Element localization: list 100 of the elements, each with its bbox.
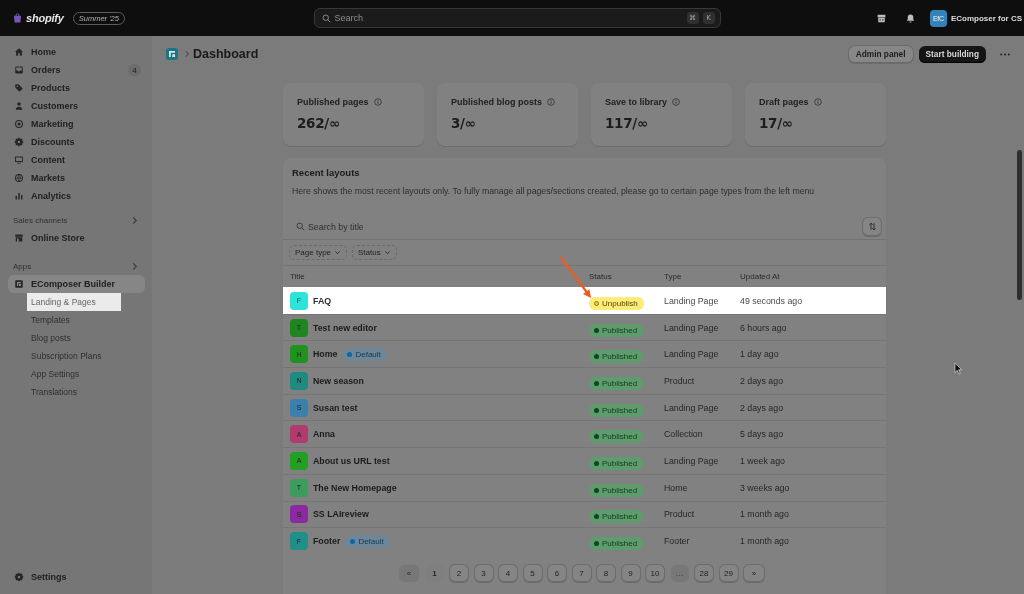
chevron-down-icon (383, 249, 391, 256)
nav-item[interactable]: Content (8, 151, 145, 169)
page-button[interactable]: 7 (572, 564, 591, 582)
nav-item[interactable]: Analytics (8, 187, 145, 205)
app-logo-icon (166, 48, 178, 60)
primary-button[interactable]: Start building (918, 45, 986, 63)
status-label: Published (602, 378, 638, 388)
page-button[interactable]: 4 (499, 564, 517, 582)
updated-cell-text: 3 weeks ago (740, 482, 791, 493)
sub-nav-item[interactable]: Templates (27, 311, 121, 329)
nav-item[interactable]: Discounts (8, 133, 145, 151)
page-button[interactable]: 6 (548, 564, 566, 582)
page-button[interactable]: 28 (695, 564, 713, 582)
layout-title: FAQ (313, 295, 332, 306)
page-button[interactable]: 2 (450, 564, 468, 582)
column-header: Title (290, 272, 306, 281)
panel-description: Here shows the most recent layouts only. To fully manage all pages/sections created, please go to certain page types from the left menu (292, 185, 816, 197)
info-icon[interactable] (672, 98, 681, 106)
info-icon[interactable] (373, 98, 382, 106)
chevron-right-icon (184, 50, 190, 58)
nav-item[interactable]: Customers (8, 97, 145, 115)
status-label: Published (602, 432, 638, 442)
page-button[interactable]: 29 (719, 564, 738, 582)
status-label: Published (602, 485, 638, 495)
panel-title: Recent layouts (292, 167, 361, 179)
updated-cell-text: 1 week ago (740, 455, 786, 466)
nav-item[interactable]: Products (8, 79, 145, 97)
bell-icon[interactable] (904, 12, 916, 24)
scrollbar-thumb[interactable] (1017, 150, 1022, 300)
status-dot-icon (594, 460, 599, 466)
status-dot-icon (594, 354, 599, 360)
sub-nav-item[interactable]: Landing & Pages (27, 293, 121, 311)
target-icon (14, 119, 24, 129)
column-header: Status (589, 272, 613, 281)
nav-item[interactable]: Home (8, 43, 145, 61)
page-button[interactable]: 8 (597, 564, 615, 582)
rosette-icon (14, 137, 24, 147)
column-header: Type (664, 272, 683, 281)
store-icon[interactable] (875, 12, 887, 24)
page-button[interactable]: 10 (646, 564, 664, 582)
secondary-button[interactable]: Admin panel (848, 45, 913, 63)
search-field[interactable]: Search by title (296, 217, 857, 236)
nav-item[interactable]: Orders 4 (8, 61, 145, 79)
status-dot-icon (594, 380, 599, 386)
filter-button[interactable]: Status (352, 245, 397, 260)
type-cell-text: Landing Page (664, 402, 720, 413)
updated-cell-text: 2 days ago (740, 375, 785, 386)
page-button[interactable]: 5 (523, 564, 542, 582)
chevron-right-icon[interactable] (131, 215, 138, 225)
logo-wordmark[interactable]: shopify (26, 12, 64, 24)
stat-label: Save to library (605, 97, 668, 107)
sub-nav-item[interactable]: App Settings (27, 365, 121, 383)
nav-item[interactable]: Settings (8, 568, 145, 586)
section-heading: Apps (13, 261, 32, 271)
nav-item[interactable]: Markets (8, 169, 145, 187)
status-label: Published (602, 405, 638, 415)
nav-item[interactable]: EComposer Builder (8, 275, 145, 293)
type-cell-text: Product (664, 509, 696, 520)
type-cell-text: Home (664, 482, 689, 493)
column-header: Updated At (740, 272, 781, 281)
chevron-down-icon (334, 249, 342, 256)
status-dot-icon (594, 514, 599, 520)
layout-title: Home (313, 349, 338, 360)
badge-label: Default (355, 349, 381, 359)
settings-icon (14, 572, 24, 582)
type-cell-text: Product (664, 375, 696, 386)
status-dot-icon (347, 351, 353, 357)
info-icon[interactable] (813, 98, 822, 106)
updated-cell-text: 5 days ago (740, 429, 785, 440)
sort-arrows-icon (867, 222, 877, 231)
sub-nav-item[interactable]: Translations (27, 383, 121, 401)
chevron-right-icon[interactable] (131, 261, 138, 271)
type-cell-text: Landing Page (664, 349, 720, 360)
home-icon (14, 47, 24, 57)
layout-title: The New Homepage (313, 482, 397, 493)
page-button[interactable]: 9 (621, 564, 640, 582)
info-icon[interactable] (547, 98, 555, 106)
store-icon (14, 233, 24, 243)
status-dot-icon (594, 407, 599, 413)
updated-cell-text: 6 hours ago (740, 322, 788, 333)
status-dot-icon (594, 434, 599, 440)
sort-button[interactable] (863, 217, 881, 236)
count-badge: 4 (128, 64, 141, 76)
nav-item[interactable]: Marketing (8, 115, 145, 133)
sub-nav-item[interactable]: Subscription Plans (27, 347, 121, 365)
sub-nav-item[interactable]: Blog posts (27, 329, 121, 347)
type-cell-text: Landing Page (664, 295, 720, 306)
nav-item[interactable]: Online Store (8, 229, 145, 247)
stat-label: Published blog posts (451, 97, 542, 107)
page-button[interactable]: 3 (474, 564, 493, 582)
page-button[interactable]: » (744, 564, 764, 582)
filter-button[interactable]: Page type (289, 245, 348, 260)
cursor-icon (954, 362, 963, 375)
updated-cell-text: 1 day ago (740, 349, 780, 360)
stat-label: Published pages (297, 97, 369, 107)
updated-cell-text: 2 days ago (740, 402, 785, 413)
globe-icon (14, 173, 24, 183)
status-label: Published (602, 325, 638, 335)
stat-value: 17/∞ (759, 115, 794, 131)
status-dot-icon (594, 300, 599, 306)
